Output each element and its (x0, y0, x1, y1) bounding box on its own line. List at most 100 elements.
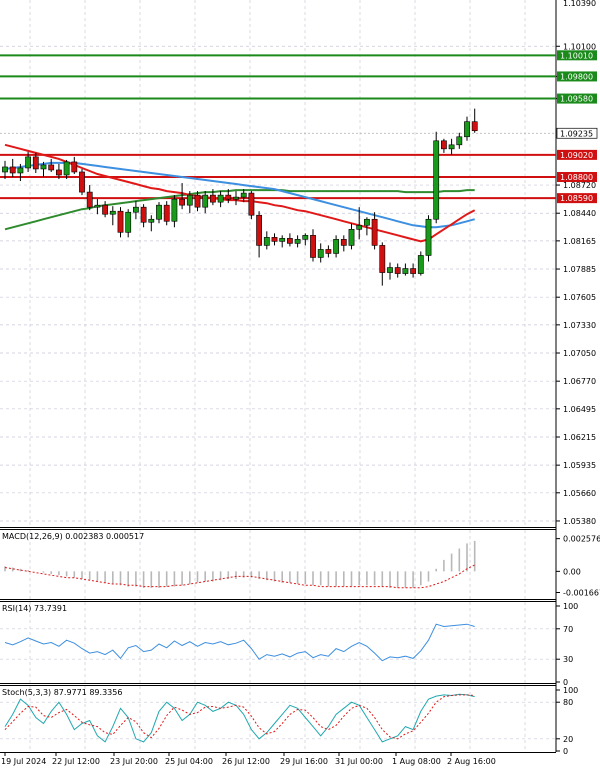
candle-body-58 (448, 144, 455, 150)
price-tick-10: 1.06770 (563, 377, 596, 386)
stoch-d-line (4, 694, 475, 740)
candle-body-7 (55, 169, 62, 176)
candle-body-13 (102, 204, 108, 215)
candle-body-26 (202, 194, 209, 208)
price-tick-top: 1.10390 (563, 0, 596, 8)
price-tick-5: 1.08165 (563, 237, 596, 246)
candle-body-48 (371, 218, 378, 246)
candle-body-46 (356, 224, 363, 230)
candle-body-10 (79, 171, 85, 193)
candle-body-34 (263, 237, 270, 246)
candle-body-52 (402, 268, 409, 274)
candle-body-28 (217, 194, 224, 203)
candle-body-57 (440, 140, 447, 150)
price-tick-0: 1.10100 (563, 42, 596, 51)
candle-body-35 (271, 237, 278, 242)
candle-body-27 (210, 194, 216, 203)
candle-body-22 (171, 198, 178, 222)
candle-body-8 (63, 161, 70, 176)
rsi-line (4, 623, 475, 662)
candle-body-47 (363, 218, 370, 226)
candle-body-50 (387, 267, 393, 273)
level-label-1: 1.09800 (560, 72, 593, 81)
candle-body-51 (394, 267, 401, 274)
chart-container: 1.10390 1.10100 1.09800 1.09580 1.08720 1.084… (0, 0, 600, 772)
level-label-0: 1.10010 (560, 51, 593, 60)
price-tick-8: 1.07330 (563, 321, 596, 330)
candle-body-55 (425, 218, 432, 256)
price-tick-15: 1.05380 (563, 517, 596, 526)
rsi-tick-0: 100 (563, 602, 578, 611)
candle-body-21 (163, 204, 170, 222)
candle-body-19 (148, 218, 155, 223)
price-tick-14: 1.05660 (563, 489, 596, 498)
candle-body-12 (94, 204, 101, 208)
candle-body-1 (9, 166, 16, 174)
price-tick-13: 1.05935 (563, 461, 596, 470)
candle-body-18 (140, 206, 147, 223)
price-tick-11: 1.06495 (563, 405, 596, 414)
candle-body-2 (17, 167, 24, 174)
candle-body-15 (117, 210, 124, 233)
candle-body-5 (40, 164, 47, 170)
candle-body-43 (333, 239, 339, 254)
macd-tick-2: -0.001667 (563, 589, 600, 598)
candle-body-0 (2, 166, 8, 173)
macd-panel: MACD(12,26,9) 0.002383 0.000517 0.002576… (2, 532, 600, 598)
level-label-5: 1.08590 (560, 194, 593, 203)
price-tick-7: 1.07605 (563, 293, 596, 302)
price-tick-3: 1.08720 (563, 181, 596, 190)
time-tick-2: 23 Jul 20:00 (110, 757, 158, 766)
stoch-tick-3: 0 (563, 747, 568, 756)
candle-body-30 (233, 196, 239, 200)
stoch-tick-1: 80 (563, 698, 573, 707)
candle-body-4 (32, 156, 39, 170)
candle-body-53 (410, 268, 416, 274)
candle-body-49 (379, 245, 386, 273)
candle-body-36 (279, 238, 286, 242)
price-tick-4: 1.08440 (563, 209, 596, 218)
macd-tick-0: 0.002576 (563, 535, 600, 544)
candle-body-61 (471, 121, 478, 132)
candle-body-3 (25, 156, 31, 169)
stoch-tick-0: 100 (563, 686, 578, 695)
stoch-title: Stoch(5,3,3) 87.9771 89.3356 (2, 688, 122, 697)
candle-body-60 (464, 121, 470, 138)
candle-body-44 (340, 239, 347, 246)
candle-body-39 (302, 235, 309, 240)
candle-body-31 (240, 192, 247, 198)
price-tick-9: 1.07050 (563, 349, 596, 358)
candle-body-32 (248, 192, 255, 216)
macd-tick-1: 0.00 (563, 567, 581, 576)
candle-body-42 (325, 249, 332, 254)
macd-title: MACD(12,26,9) 0.002383 0.000517 (2, 532, 144, 541)
candle-body-33 (256, 214, 262, 246)
candle-body-14 (109, 210, 116, 215)
current-price-label: 1.09235 (560, 129, 593, 138)
level-label-2: 1.09580 (560, 95, 593, 104)
price-tick-12: 1.06215 (563, 433, 596, 442)
time-tick-5: 29 Jul 16:00 (280, 757, 328, 766)
time-tick-8: 2 Aug 16:00 (447, 757, 496, 766)
price-tick-6: 1.07885 (563, 265, 596, 274)
candle-body-40 (310, 235, 316, 258)
level-label-4: 1.08800 (560, 173, 593, 182)
level-labels: 1.10010 1.09800 1.09580 1.09020 1.08800 1.085… (556, 50, 598, 204)
candle-body-59 (456, 136, 463, 146)
candle-body-24 (186, 194, 193, 206)
candle-body-41 (317, 249, 324, 258)
stoch-tick-2: 20 (563, 735, 573, 744)
time-tick-3: 25 Jul 04:00 (165, 757, 213, 766)
candle-body-56 (433, 140, 440, 220)
candle-body-38 (294, 239, 301, 244)
candle-body-29 (225, 194, 232, 200)
candle-body-16 (125, 211, 132, 233)
candle-body-6 (48, 164, 55, 171)
candle-body-20 (156, 204, 162, 220)
rsi-tick-1: 70 (563, 625, 573, 634)
candle-body-9 (71, 161, 78, 173)
candle-body-54 (417, 255, 424, 274)
rsi-title: RSI(14) 73.7391 (2, 604, 67, 613)
time-axis: 19 Jul 2024 22 Jul 12:00 23 Jul 20:00 25 Ju… (1, 752, 496, 766)
candle-body-25 (194, 194, 201, 208)
